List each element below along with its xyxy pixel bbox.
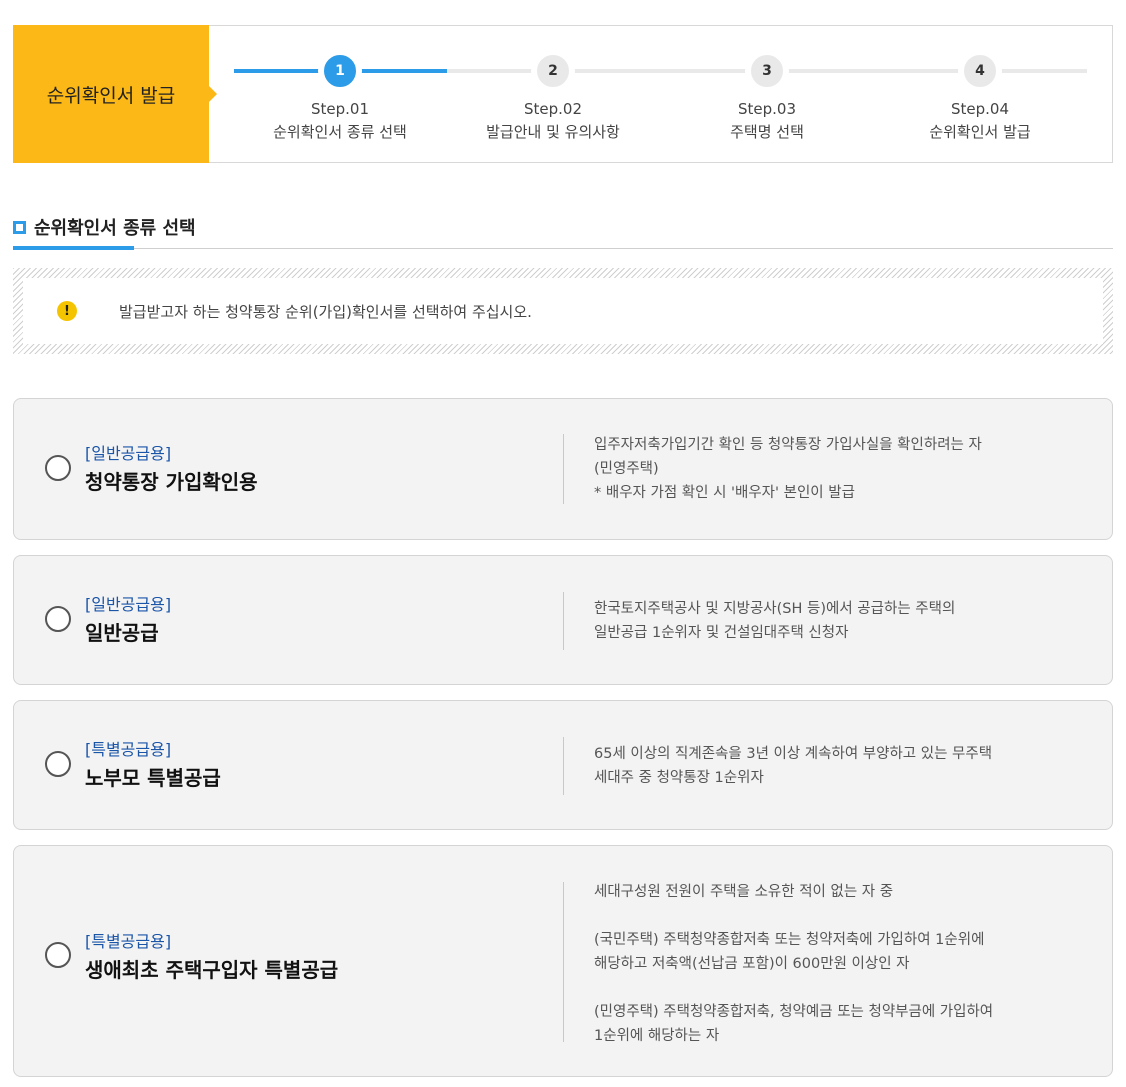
option-radio[interactable]	[45, 606, 71, 632]
notice-text: 발급받고자 하는 청약통장 순위(가입)확인서를 선택하여 주십시오.	[119, 302, 532, 321]
option-radio[interactable]	[45, 455, 71, 481]
option-radio[interactable]	[45, 751, 71, 777]
step-1-label: Step.01 순위확인서 종류 선택	[273, 100, 407, 141]
option-divider	[563, 882, 564, 1042]
step-1-number: 1	[322, 53, 358, 89]
step-2-number: 2	[535, 53, 571, 89]
step-2-label: Step.02 발급안내 및 유의사항	[486, 100, 620, 141]
option-tag: [일반공급용]	[85, 595, 172, 614]
section-title: 순위확인서 종류 선택	[13, 214, 196, 240]
page-title: 순위확인서 발급	[13, 25, 217, 163]
option-description: 세대구성원 전원이 주택을 소유한 적이 없는 자 중 (국민주택) 주택청약종…	[594, 884, 994, 1044]
step-1: 1 Step.01 순위확인서 종류 선택	[240, 53, 440, 144]
option-tag: [일반공급용]	[85, 444, 172, 463]
option-name: 생애최초 주택구입자 특별공급	[85, 958, 339, 982]
option-name: 청약통장 가입확인용	[85, 470, 258, 494]
step-progress-panel: 순위확인서 발급 1 Step.01 순위확인서 종류 선택 2 Step.02…	[13, 25, 1113, 163]
option-description: 한국토지주택공사 및 지방공사(SH 등)에서 공급하는 주택의 일반공급 1순…	[594, 601, 956, 641]
section-divider	[13, 248, 1113, 249]
option-card-elderly-parent-special[interactable]: [특별공급용] 노부모 특별공급 65세 이상의 직계존속을 3년 이상 계속하…	[13, 700, 1113, 830]
option-name: 일반공급	[85, 621, 159, 645]
option-radio[interactable]	[45, 942, 71, 968]
step-4-number: 4	[962, 53, 998, 89]
option-card-general-supply[interactable]: [일반공급용] 일반공급 한국토지주택공사 및 지방공사(SH 등)에서 공급하…	[13, 555, 1113, 685]
option-description: 입주자저축가입기간 확인 등 청약통장 가입사실을 확인하려는 자 (민영주택)…	[594, 437, 982, 501]
step-3-number: 3	[749, 53, 785, 89]
option-tag: [특별공급용]	[85, 740, 172, 759]
option-card-first-time-buyer-special[interactable]: [특별공급용] 생애최초 주택구입자 특별공급 세대구성원 전원이 주택을 소유…	[13, 845, 1113, 1077]
option-name: 노부모 특별공급	[85, 766, 221, 790]
option-divider	[563, 737, 564, 795]
section-divider-accent	[13, 246, 134, 250]
option-divider	[563, 592, 564, 650]
step-3-label: Step.03 주택명 선택	[730, 100, 804, 141]
exclamation-icon: !	[57, 301, 77, 321]
option-divider	[563, 434, 564, 504]
step-2: 2 Step.02 발급안내 및 유의사항	[453, 53, 653, 144]
step-4: 4 Step.04 순위확인서 발급	[880, 53, 1080, 144]
option-description: 65세 이상의 직계존속을 3년 이상 계속하여 부양하고 있는 무주택 세대주…	[594, 746, 993, 786]
step-3: 3 Step.03 주택명 선택	[667, 53, 867, 144]
notice-box: ! 발급받고자 하는 청약통장 순위(가입)확인서를 선택하여 주십시오.	[13, 268, 1113, 354]
option-tag: [특별공급용]	[85, 932, 172, 951]
option-card-subscription-check[interactable]: [일반공급용] 청약통장 가입확인용 입주자저축가입기간 확인 등 청약통장 가…	[13, 398, 1113, 540]
step-4-label: Step.04 순위확인서 발급	[929, 100, 1031, 141]
square-bullet-icon	[13, 220, 26, 234]
